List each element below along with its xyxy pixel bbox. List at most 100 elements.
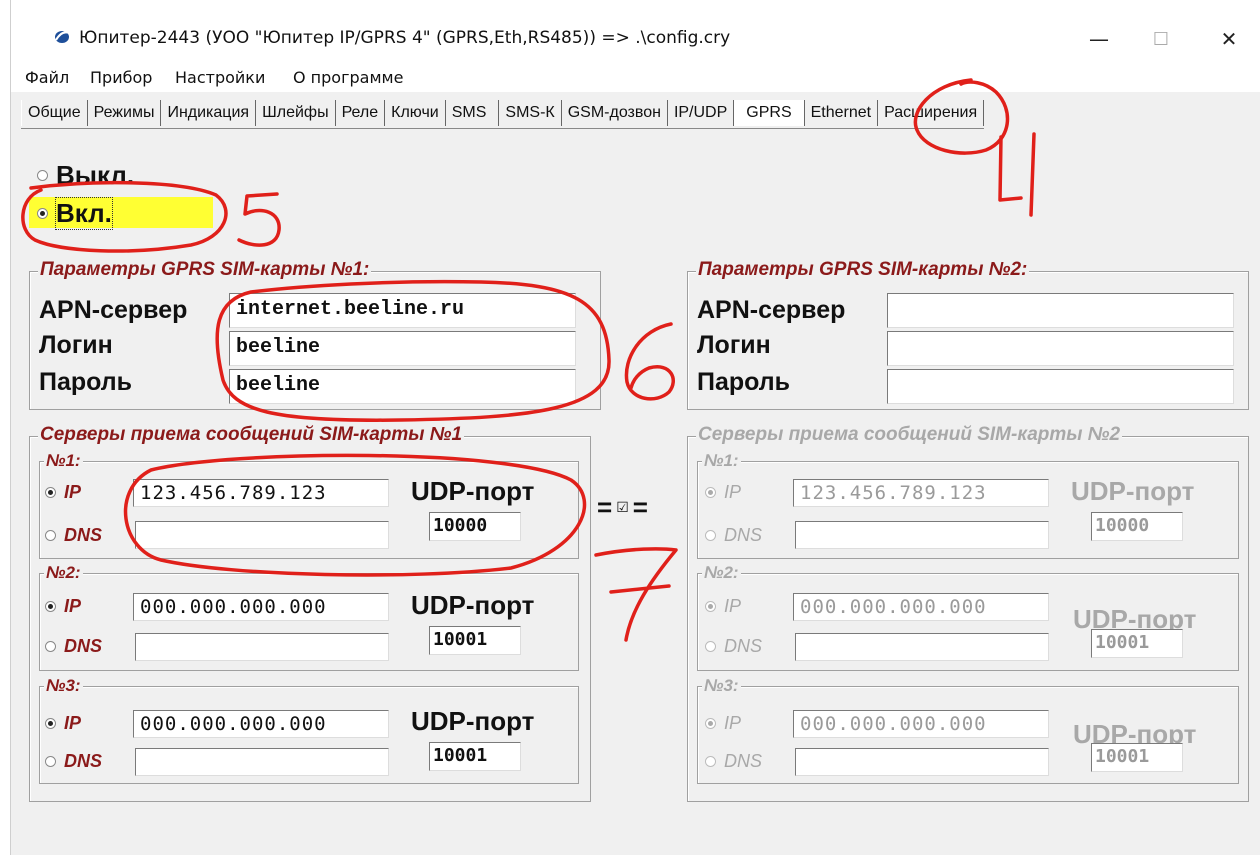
sim2-password-label: Пароль — [697, 368, 791, 396]
radio-ip[interactable] — [705, 487, 716, 498]
tab-indication[interactable]: Индикация — [161, 100, 257, 126]
sim1-server-2-dns-input[interactable] — [135, 633, 389, 661]
sim2-login-label: Логин — [697, 331, 771, 359]
radio-ip[interactable] — [45, 487, 56, 498]
sim1-server-2-port-input[interactable]: 10001 — [429, 626, 521, 655]
sim1-server-1-ip-input[interactable]: 123.456.789.123 — [133, 479, 389, 507]
sim1-server-1-dns-radio[interactable]: DNS — [45, 525, 102, 546]
radio-dns[interactable] — [45, 641, 56, 652]
ip-label: IP — [724, 482, 742, 502]
menu-about[interactable]: О программе — [293, 68, 403, 87]
same-servers-toggle[interactable]: = ☑ = — [597, 492, 648, 523]
close-button[interactable]: ✕ — [1209, 22, 1249, 56]
tab-general[interactable]: Общие — [21, 100, 88, 126]
radio-dns[interactable] — [705, 756, 716, 767]
tab-extensions[interactable]: Расширения — [878, 100, 985, 126]
same-servers-checkbox[interactable]: ☑ — [616, 499, 629, 516]
sim1-server-3-title: №3: — [44, 676, 83, 696]
sim2-server-3-dns-input[interactable] — [795, 748, 1049, 776]
radio-dns[interactable] — [705, 530, 716, 541]
sim1-server-1-ip-radio[interactable]: IP — [45, 482, 81, 503]
tab-relay[interactable]: Реле — [335, 100, 386, 126]
radio-on-indicator[interactable] — [37, 208, 48, 219]
dns-label: DNS — [724, 751, 763, 771]
sim2-params-title: Параметры GPRS SIM-карты №2: — [696, 259, 1030, 281]
sim2-password-input[interactable] — [887, 369, 1234, 404]
mode-on-label: Вкл. — [55, 197, 113, 230]
dns-label: DNS — [64, 636, 103, 656]
sim2-server-2-dns-input[interactable] — [795, 633, 1049, 661]
ip-label: IP — [724, 596, 742, 616]
sim1-server-1-udp-label: UDP-порт — [411, 476, 535, 506]
sim1-password-label: Пароль — [39, 368, 133, 396]
sim2-server-1-dns-input[interactable] — [795, 521, 1049, 549]
application-window: Юпитер-2443 (УОО "Юпитер IP/GPRS 4" (GPR… — [10, 0, 1260, 855]
tab-modes[interactable]: Режимы — [87, 100, 162, 126]
mode-off-label: Выкл. — [56, 160, 135, 190]
ip-label: IP — [724, 713, 742, 733]
sim1-server-2-udp-label: UDP-порт — [411, 590, 535, 620]
radio-ip[interactable] — [705, 601, 716, 612]
sim2-server-2-ip-input[interactable]: 000.000.000.000 — [793, 593, 1049, 621]
radio-dns[interactable] — [45, 530, 56, 541]
maximize-button[interactable]: ☐ — [1141, 22, 1181, 56]
tab-ethernet[interactable]: Ethernet — [804, 100, 879, 126]
menu-file[interactable]: Файл — [25, 68, 69, 87]
minimize-button[interactable]: — — [1079, 22, 1119, 56]
tab-sms-k[interactable]: SMS-К — [499, 100, 562, 126]
number-7-bar — [609, 584, 671, 594]
sim1-apn-input[interactable]: internet.beeline.ru — [229, 293, 576, 328]
sim1-login-input[interactable]: beeline — [229, 331, 576, 366]
sim1-server-3-ip-input[interactable]: 000.000.000.000 — [133, 710, 389, 738]
mode-on-radio[interactable]: Вкл. — [37, 197, 113, 230]
tab-gsm-dial[interactable]: GSM-дозвон — [561, 100, 668, 126]
sim2-server-1-ip-radio[interactable]: IP — [705, 482, 741, 503]
sim2-server-1-dns-radio[interactable]: DNS — [705, 525, 762, 546]
sim2-server-2-ip-radio[interactable]: IP — [705, 596, 741, 617]
sim1-server-3-ip-radio[interactable]: IP — [45, 713, 81, 734]
sim2-login-input[interactable] — [887, 331, 1234, 366]
tab-sms[interactable]: SMS — [445, 100, 500, 126]
sim2-server-3-port-input[interactable]: 10001 — [1091, 743, 1183, 772]
sim2-server-2-title: №2: — [702, 563, 741, 583]
sim2-server-3-title: №3: — [702, 676, 741, 696]
menu-bar: Файл Прибор Настройки О программе — [11, 62, 1260, 92]
sim1-server-1-port-input[interactable]: 10000 — [429, 512, 521, 541]
menu-settings[interactable]: Настройки — [175, 68, 265, 87]
tab-keys[interactable]: Ключи — [385, 100, 446, 126]
radio-ip[interactable] — [45, 718, 56, 729]
radio-ip[interactable] — [705, 718, 716, 729]
sim1-server-3-dns-input[interactable] — [135, 748, 389, 776]
tab-loops[interactable]: Шлейфы — [256, 100, 336, 126]
radio-off-indicator[interactable] — [37, 170, 48, 181]
sim1-server-2-ip-input[interactable]: 000.000.000.000 — [133, 593, 389, 621]
sim2-server-2-port-input[interactable]: 10001 — [1091, 629, 1183, 658]
mode-off-radio[interactable]: Выкл. — [37, 160, 134, 191]
sim1-server-1-dns-input[interactable] — [135, 521, 389, 549]
sim2-server-1-ip-input[interactable]: 123.456.789.123 — [793, 479, 1049, 507]
sim2-server-1-port-input[interactable]: 10000 — [1091, 512, 1183, 541]
menu-device[interactable]: Прибор — [90, 68, 152, 87]
sim2-server-3-ip-radio[interactable]: IP — [705, 713, 741, 734]
tab-ip-udp[interactable]: IP/UDP — [667, 100, 735, 126]
sim2-server-3-ip-input[interactable]: 000.000.000.000 — [793, 710, 1049, 738]
sim1-server-3-port-input[interactable]: 10001 — [429, 742, 521, 771]
dns-label: DNS — [64, 751, 103, 771]
number-4-stroke-b — [1029, 132, 1036, 217]
sim2-apn-input[interactable] — [887, 293, 1234, 328]
sim1-server-2-ip-radio[interactable]: IP — [45, 596, 81, 617]
tab-gprs[interactable]: GPRS — [734, 100, 805, 126]
radio-dns[interactable] — [45, 756, 56, 767]
tab-bar: Общие Режимы Индикация Шлейфы Реле Ключи… — [21, 100, 985, 129]
radio-dns[interactable] — [705, 641, 716, 652]
sim2-server-3-dns-radio[interactable]: DNS — [705, 751, 762, 772]
sim1-password-input[interactable]: beeline — [229, 369, 576, 404]
sim1-server-3-dns-radio[interactable]: DNS — [45, 751, 102, 772]
sim1-server-2-dns-radio[interactable]: DNS — [45, 636, 102, 657]
sim1-apn-label: APN-сервер — [39, 296, 188, 324]
radio-ip[interactable] — [45, 601, 56, 612]
sim2-server-2-dns-radio[interactable]: DNS — [705, 636, 762, 657]
app-icon — [55, 31, 70, 43]
sim1-server-3-udp-label: UDP-порт — [411, 706, 535, 736]
ip-label: IP — [64, 482, 82, 502]
